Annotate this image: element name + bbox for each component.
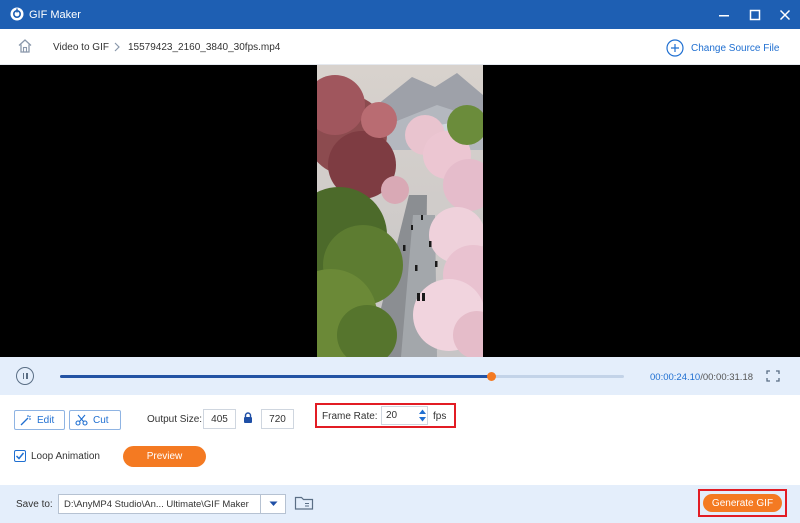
checkbox[interactable] — [14, 450, 26, 462]
video-preview — [0, 65, 800, 357]
loop-animation-checkbox[interactable]: Loop Animation — [14, 450, 100, 462]
generate-gif-button[interactable]: Generate GIF — [703, 494, 782, 512]
magic-wand-icon — [20, 415, 31, 426]
total-time: 00:00:31.18 — [702, 372, 754, 383]
footer-bar: Save to: D:\AnyMP4 Studio\An... Ultimate… — [0, 485, 800, 523]
current-time: 00:00:24.10 — [650, 372, 701, 383]
save-path-value: D:\AnyMP4 Studio\An... Ultimate\GIF Make… — [64, 499, 249, 510]
frame-rate-stepper-icon[interactable] — [418, 408, 427, 423]
maximize-button[interactable] — [744, 4, 766, 26]
minimize-button[interactable] — [713, 4, 735, 26]
maximize-icon — [749, 9, 761, 21]
output-size-label: Output Size: — [147, 414, 203, 425]
edit-label: Edit — [37, 414, 55, 426]
breadcrumb-video-to-gif[interactable]: Video to GIF — [53, 42, 109, 53]
scissors-icon — [75, 414, 88, 426]
frame-rate-unit: fps — [433, 411, 447, 422]
video-frame — [317, 65, 483, 357]
loop-animation-label: Loop Animation — [31, 450, 100, 462]
breadcrumb-file-name: 15579423_2160_3840_30fps.mp4 — [128, 42, 281, 53]
chevron-right-icon — [114, 42, 120, 52]
frame-rate-label: Frame Rate: — [322, 411, 378, 422]
cut-button[interactable]: Cut — [69, 410, 121, 430]
playback-bar: 00:00:24.10/00:00:31.18 — [0, 357, 800, 395]
save-path-dropdown[interactable] — [260, 495, 285, 513]
output-height-input[interactable]: 720 — [261, 409, 294, 429]
home-icon[interactable] — [17, 38, 33, 54]
cut-label: Cut — [93, 414, 109, 426]
edit-button[interactable]: Edit — [14, 410, 65, 430]
pause-button[interactable] — [16, 367, 34, 385]
breadcrumb: Video to GIF 15579423_2160_3840_30fps.mp… — [0, 29, 800, 65]
video-frame-image — [317, 65, 483, 357]
progress-track[interactable] — [60, 372, 624, 381]
window-title: GIF Maker — [29, 9, 81, 21]
save-path-select[interactable]: D:\AnyMP4 Studio\An... Ultimate\GIF Make… — [58, 494, 286, 514]
change-source-file-button[interactable]: Change Source File — [666, 38, 779, 58]
close-button[interactable] — [774, 4, 796, 26]
save-to-label: Save to: — [16, 499, 53, 510]
progress-handle[interactable] — [487, 372, 497, 381]
generate-gif-highlight: Generate GIF — [698, 489, 787, 517]
dropdown-arrow-icon — [269, 501, 277, 506]
minimize-icon — [719, 15, 729, 17]
output-width-input[interactable]: 405 — [203, 409, 236, 429]
settings-panel: Edit Cut Output Size: 405 720 Frame Rate… — [0, 395, 800, 485]
checkmark-icon — [15, 452, 25, 460]
frame-rate-group: Frame Rate: 20 fps — [315, 403, 456, 428]
close-icon — [779, 9, 791, 21]
time-display: 00:00:24.10/00:00:31.18 — [650, 372, 753, 383]
app-logo-icon — [10, 7, 24, 21]
title-bar: GIF Maker — [0, 0, 800, 29]
change-source-label: Change Source File — [691, 42, 780, 54]
progress-fill — [60, 375, 492, 378]
preview-button[interactable]: Preview — [123, 446, 206, 467]
pause-icon — [22, 373, 24, 379]
frame-rate-value: 20 — [386, 410, 398, 421]
screenshot-icon[interactable] — [766, 370, 780, 382]
add-circle-icon — [666, 39, 684, 57]
open-folder-icon[interactable] — [294, 495, 314, 511]
lock-icon[interactable] — [243, 412, 253, 424]
